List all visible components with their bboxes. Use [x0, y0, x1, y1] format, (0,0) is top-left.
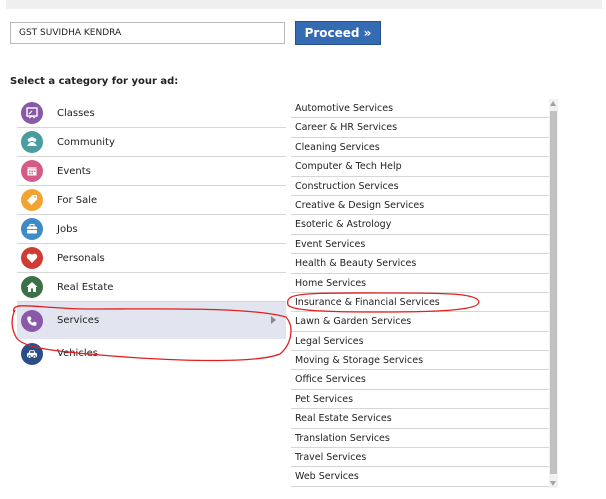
- top-bar: [6, 0, 602, 9]
- search-input[interactable]: [10, 22, 285, 44]
- category-item-classes[interactable]: Classes: [17, 99, 286, 128]
- proceed-button[interactable]: Proceed »: [295, 21, 381, 45]
- tag-icon: [21, 189, 43, 211]
- subcategory-item[interactable]: Web Services: [291, 467, 549, 487]
- car-icon: [21, 342, 43, 365]
- subcategory-item[interactable]: Esoteric & Astrology: [291, 215, 549, 235]
- category-item-for-sale[interactable]: For Sale: [17, 186, 286, 215]
- subcategory-item[interactable]: Computer & Tech Help: [291, 157, 549, 177]
- subcategory-item[interactable]: Automotive Services: [291, 99, 549, 119]
- subcategory-item[interactable]: Event Services: [291, 235, 549, 255]
- people-icon: [21, 131, 43, 153]
- category-label: Real Estate: [57, 281, 114, 293]
- subcategory-item[interactable]: Real Estate Services: [291, 409, 549, 429]
- category-label: Classes: [57, 107, 95, 119]
- scroll-up-icon[interactable]: [550, 101, 556, 106]
- category-label: Events: [57, 165, 91, 177]
- subcategory-item[interactable]: Home Services: [291, 274, 549, 293]
- house-icon: [21, 276, 43, 298]
- board-icon: [21, 102, 43, 124]
- subcategory-item[interactable]: Translation Services: [291, 429, 549, 449]
- category-item-personals[interactable]: Personals: [17, 244, 286, 273]
- subcategory-item[interactable]: Creative & Design Services: [291, 196, 549, 216]
- scroll-down-icon[interactable]: [550, 481, 556, 486]
- scrollbar[interactable]: [549, 99, 558, 488]
- phone-icon: [21, 309, 43, 332]
- subcategory-item[interactable]: Career & HR Services: [291, 118, 549, 138]
- category-item-services[interactable]: Services: [17, 302, 286, 339]
- category-label: Services: [57, 315, 100, 326]
- subcategory-item[interactable]: Construction Services: [291, 177, 549, 196]
- briefcase-icon: [21, 218, 43, 240]
- subcategory-item[interactable]: Moving & Storage Services: [291, 351, 549, 371]
- chevron-right-icon: [271, 315, 276, 324]
- subcategory-item[interactable]: Health & Beauty Services: [291, 254, 549, 274]
- subcategory-list: Automotive Services Career & HR Services…: [291, 99, 549, 487]
- category-label: Personals: [57, 252, 105, 264]
- subcategory-item[interactable]: Pet Services: [291, 390, 549, 410]
- category-heading: Select a category for your ad:: [10, 76, 179, 87]
- subcategory-item[interactable]: Office Services: [291, 370, 549, 390]
- category-item-community[interactable]: Community: [17, 128, 286, 157]
- category-label: Vehicles: [57, 348, 98, 359]
- category-item-real-estate[interactable]: Real Estate: [17, 273, 286, 302]
- subcategory-item[interactable]: Cleaning Services: [291, 138, 549, 158]
- subcategory-item[interactable]: Lawn & Garden Services: [291, 312, 549, 332]
- subcategory-item-insurance[interactable]: Insurance & Financial Services: [291, 293, 549, 313]
- category-list: Classes Community Events For Sale Jobs P…: [17, 99, 286, 368]
- subcategory-item[interactable]: Travel Services: [291, 448, 549, 468]
- category-item-vehicles[interactable]: Vehicles: [17, 339, 286, 368]
- subcategory-item[interactable]: Legal Services: [291, 332, 549, 352]
- calendar-icon: [21, 160, 43, 182]
- category-label: For Sale: [57, 194, 98, 206]
- category-item-jobs[interactable]: Jobs: [17, 215, 286, 244]
- scrollbar-thumb[interactable]: [550, 111, 557, 474]
- category-item-events[interactable]: Events: [17, 157, 286, 186]
- category-label: Jobs: [57, 223, 78, 235]
- category-label: Community: [57, 136, 115, 148]
- heart-icon: [21, 247, 43, 269]
